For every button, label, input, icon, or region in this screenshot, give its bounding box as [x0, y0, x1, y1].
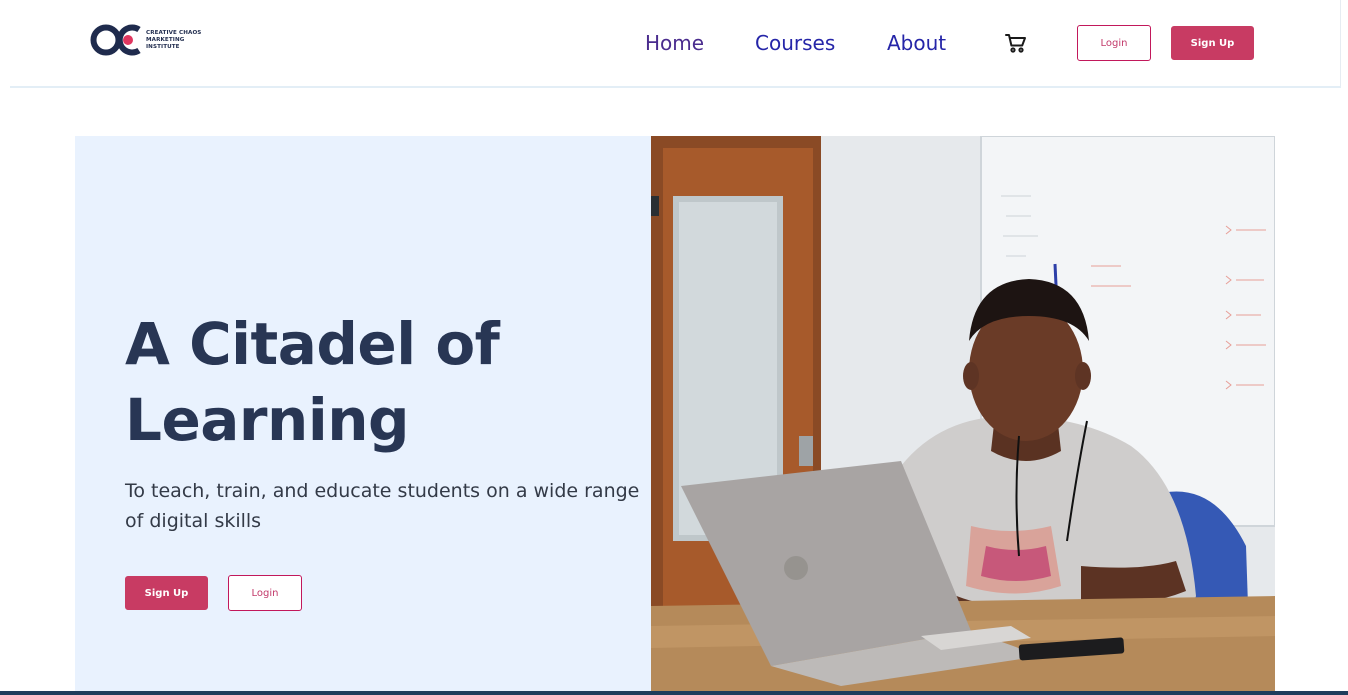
header-login-button[interactable]: Login	[1077, 25, 1151, 61]
logo-wordmark: CREATIVE CHAOS MARKETING INSTITUTE	[146, 30, 201, 51]
hero-title: A Citadel of Learning	[125, 310, 500, 454]
nav-about-link[interactable]: About	[887, 30, 946, 56]
site-header: CREATIVE CHAOS MARKETING INSTITUTE Home …	[0, 0, 1341, 87]
header-signup-button[interactable]: Sign Up	[1171, 26, 1254, 60]
logo-line-1: CREATIVE CHAOS	[146, 29, 202, 36]
logo-mark-icon	[90, 22, 144, 58]
hero-login-button[interactable]: Login	[228, 575, 302, 611]
hero-subtitle: To teach, train, and educate students on…	[125, 480, 640, 532]
logo-line-3: INSTITUTE	[146, 43, 180, 50]
nav-courses-link[interactable]: Courses	[755, 30, 835, 56]
hero-student-photo	[651, 136, 1275, 695]
header-divider	[10, 86, 1341, 88]
hero-signup-button[interactable]: Sign Up	[125, 576, 208, 610]
cart-icon[interactable]	[1004, 31, 1028, 55]
logo-line-2: MARKETING	[146, 36, 185, 43]
bottom-edge-bar	[0, 691, 1348, 695]
nav-home-link[interactable]: Home	[645, 30, 704, 56]
brand-logo[interactable]: CREATIVE CHAOS MARKETING INSTITUTE	[90, 22, 201, 58]
